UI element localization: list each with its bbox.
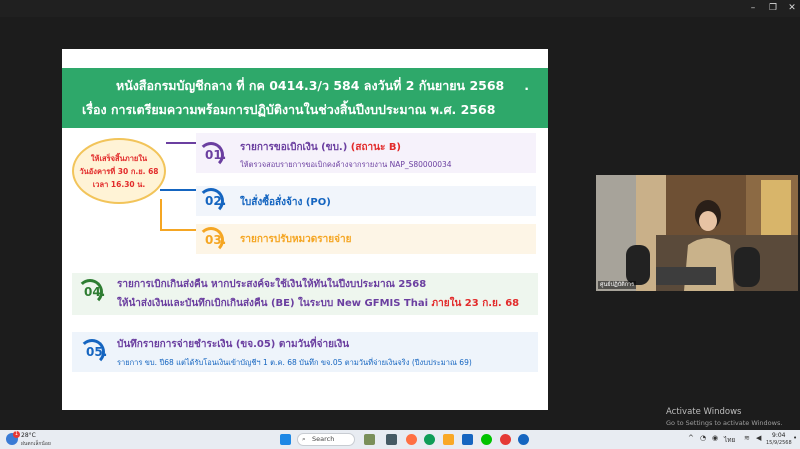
activate-windows-subtitle: Go to Settings to activate Windows. <box>666 419 783 427</box>
tray-app-icon[interactable]: ◔ <box>700 434 706 442</box>
header-line-2: เรื่อง การเตรียมความพร้อมการปฏิบัติงานใน… <box>82 102 496 117</box>
edge-icon[interactable] <box>424 434 435 445</box>
line-icon[interactable] <box>481 434 492 445</box>
title-bar: – ❐ ✕ <box>0 0 800 17</box>
taskbar-search[interactable]: ⌕ Search <box>297 433 355 446</box>
item-02-title: ใบสั่งซื้อสั่งจ้าง (PO) <box>240 197 331 208</box>
restore-icon[interactable]: ❐ <box>766 2 780 15</box>
item-05-line-1: บันทึกรายการจ่ายชำระเงิน (ขจ.05) ตามวันท… <box>117 339 350 350</box>
clock-time[interactable]: 9:04 <box>772 432 785 439</box>
tray-app-icon-2[interactable]: ◉ <box>712 434 718 442</box>
item-04-number: 04. <box>84 285 106 299</box>
item-03-title: รายการปรับหมวดรายจ่าย <box>240 234 352 245</box>
clock-date[interactable]: 15/9/2568 <box>766 440 792 446</box>
search-icon: ⌕ <box>302 435 306 443</box>
item-05-number: 05. <box>86 345 108 359</box>
close-icon[interactable]: ✕ <box>785 2 799 15</box>
minimize-icon[interactable]: – <box>746 2 760 15</box>
connector-line <box>160 199 162 229</box>
header-line-1: หนังสือกรมบัญชีกลาง ที่ กค 0414.3/ว 584 … <box>116 78 529 93</box>
volume-icon[interactable]: ◀ <box>756 434 761 442</box>
notification-bell-icon[interactable]: • <box>793 434 797 442</box>
item-05-line-2: รายการ ขบ. ปี68 แต่ได้รับโอนเงินเข้าบัญช… <box>117 358 472 367</box>
meeting-app-icon[interactable] <box>518 434 529 445</box>
weather-temp[interactable]: 28°C <box>21 432 36 439</box>
screen: – ❐ ✕ หนังสือกรมบัญชีกลาง ที่ กค 0414.3/… <box>0 0 800 449</box>
store-icon[interactable] <box>462 434 473 445</box>
deadline-badge: ให้เสร็จสิ้นภายใน วันอังคารที่ 30 ก.ย. 6… <box>72 138 166 204</box>
copilot-icon[interactable] <box>406 434 417 445</box>
language-indicator[interactable]: ไทย <box>724 435 735 445</box>
item-01-number: 01. <box>205 148 227 162</box>
item-04-line-2: ให้นำส่งเงินและบันทึกเบิกเกินส่งคืน (BE)… <box>117 298 520 309</box>
slide-header: หนังสือกรมบัญชีกลาง ที่ กค 0414.3/ว 584 … <box>62 68 548 128</box>
item-04-line-1: รายการเบิกเกินส่งคืน หากประสงค์จะใช้เงิน… <box>117 279 427 290</box>
task-view-icon[interactable] <box>386 434 397 445</box>
item-01-subtitle: ให้ตรวจสอบรายการขอเบิกคงค้างจากรายงาน NA… <box>240 160 452 169</box>
item-03-number: 03. <box>205 233 227 247</box>
camera-tile[interactable]: ศูนย์ปฏิบัติการ <box>596 175 798 291</box>
activate-windows-title: Activate Windows <box>666 407 742 417</box>
item-02-number: 02. <box>205 194 227 208</box>
connector-line <box>160 189 198 191</box>
weather-badge: 1 <box>13 431 20 438</box>
search-placeholder: Search <box>312 435 335 443</box>
connector-line <box>166 142 198 144</box>
camera-scene-image <box>596 175 798 291</box>
tray-chevron-icon[interactable]: ^ <box>688 434 694 442</box>
weather-desc[interactable]: ฝนตกเล็กน้อย <box>21 440 51 448</box>
meeting-stage: หนังสือกรมบัญชีกลาง ที่ กค 0414.3/ว 584 … <box>0 17 800 430</box>
presentation-slide: หนังสือกรมบัญชีกลาง ที่ กค 0414.3/ว 584 … <box>62 49 548 410</box>
wifi-icon[interactable]: ≋ <box>744 434 750 442</box>
start-windows-icon[interactable] <box>280 434 291 445</box>
file-explorer-icon[interactable] <box>443 434 454 445</box>
participant-name: ศูนย์ปฏิบัติการ <box>598 281 637 289</box>
taskbar: 1 28°C ฝนตกเล็กน้อย ⌕ Search ^ ◔ ◉ ไทย ≋… <box>0 430 800 449</box>
decorative-icon <box>364 434 375 445</box>
item-01-title: รายการขอเบิกเงิน (ขบ.) (สถานะ B) <box>240 142 402 153</box>
connector-line <box>160 229 198 231</box>
chrome-icon[interactable] <box>500 434 511 445</box>
